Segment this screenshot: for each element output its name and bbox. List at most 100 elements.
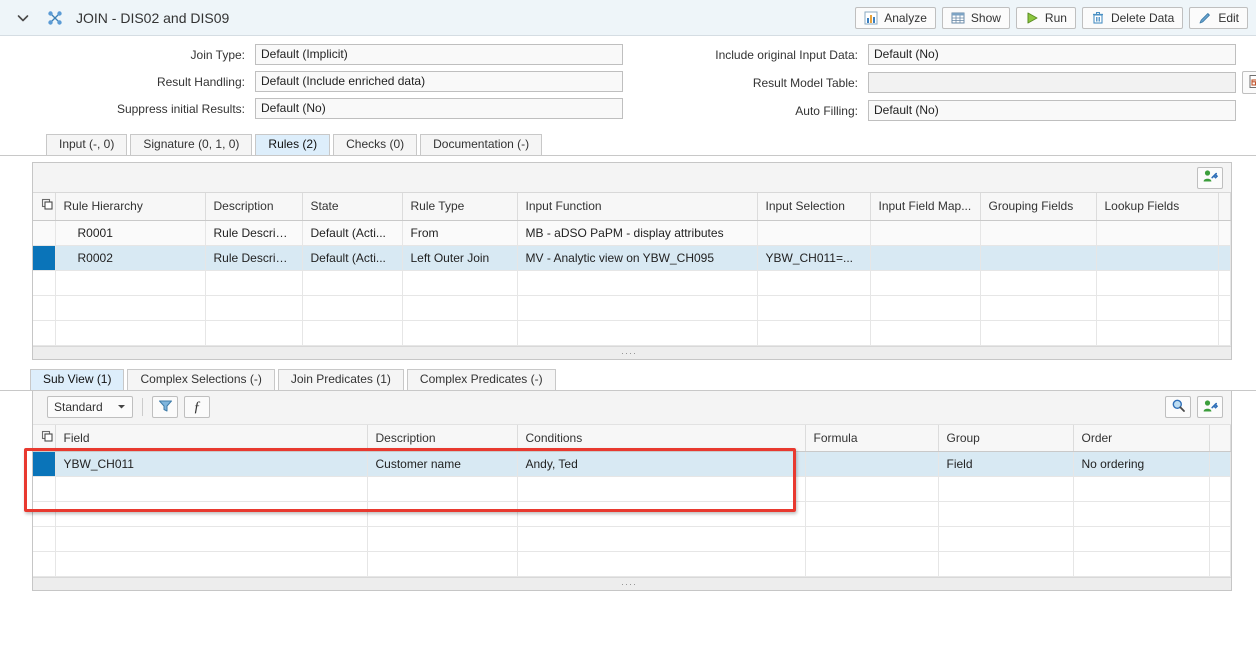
sub-view-row-selector[interactable]: [33, 476, 56, 502]
tab-checks[interactable]: Checks (0): [333, 134, 418, 155]
rules-empty-cell: [757, 295, 871, 321]
sub-view-personalize-button[interactable]: [1197, 396, 1223, 418]
rules-cell-filler: [1218, 220, 1231, 246]
edit-button-label: Edit: [1218, 10, 1239, 25]
panel-title-bar: JOIN - DIS02 and DIS09 Analyze Show Run …: [0, 0, 1256, 36]
rules-col-lookup-fields[interactable]: Lookup Fields: [1096, 193, 1219, 221]
formula-button[interactable]: ƒ: [184, 396, 210, 418]
sub-view-cell-filler: [1209, 451, 1231, 477]
tab-input[interactable]: Input (-, 0): [46, 134, 128, 155]
delete-data-button[interactable]: Delete Data: [1081, 6, 1184, 29]
rules-row-selector[interactable]: [33, 220, 56, 246]
sub-view-empty-cell: [1209, 551, 1231, 577]
sub-view-empty-cell: [55, 476, 368, 502]
tab-rules[interactable]: Rules (2): [255, 134, 331, 155]
rules-cell-input-selection: [757, 220, 871, 246]
sub-view-row-selector[interactable]: [33, 551, 56, 577]
table-grid-icon: [951, 11, 965, 25]
table-row-empty[interactable]: [33, 526, 1231, 552]
rules-empty-cell: [302, 320, 403, 346]
sub-view-row-selector[interactable]: [33, 451, 56, 477]
run-button[interactable]: Run: [1015, 6, 1076, 29]
rules-table: Rule Hierarchy Description State Rule Ty…: [33, 193, 1231, 346]
sub-view-empty-cell: [1073, 551, 1210, 577]
rules-col-grouping-fields[interactable]: Grouping Fields: [980, 193, 1097, 221]
table-row[interactable]: R0002 Rule Descripti... Default (Acti...…: [33, 245, 1231, 271]
show-button[interactable]: Show: [941, 6, 1010, 29]
sub-view-col-order[interactable]: Order: [1073, 424, 1210, 452]
sub-view-col-formula[interactable]: Formula: [805, 424, 939, 452]
sub-view-table-resize-bar[interactable]: ····: [33, 577, 1231, 590]
rules-cell-input-field-mapping: [870, 220, 981, 246]
sub-view-row-selector[interactable]: [33, 526, 56, 552]
filter-button[interactable]: [152, 396, 178, 418]
table-row-empty[interactable]: [33, 270, 1231, 296]
rules-row-selector[interactable]: [33, 295, 56, 321]
field-result-handling: Result Handling: Default (Include enrich…: [0, 71, 623, 92]
view-variant-label: Standard: [54, 400, 103, 414]
chevron-down-icon[interactable]: [12, 7, 34, 29]
join-nodes-icon: [44, 8, 66, 28]
table-row-empty[interactable]: [33, 476, 1231, 502]
sub-view-col-group[interactable]: Group: [938, 424, 1074, 452]
tab-sub-view[interactable]: Sub View (1): [30, 368, 125, 390]
rules-personalize-button[interactable]: [1197, 166, 1223, 189]
rules-row-selector[interactable]: [33, 320, 56, 346]
table-row-empty[interactable]: [33, 295, 1231, 321]
search-button[interactable]: [1165, 396, 1191, 418]
edit-button[interactable]: Edit: [1189, 6, 1248, 29]
rules-cell-grouping-fields: [980, 220, 1097, 246]
tab-complex-predicates[interactable]: Complex Predicates (-): [406, 368, 556, 390]
rules-cell-description: Rule Descripti...: [205, 220, 303, 246]
sub-view-col-description[interactable]: Description: [367, 424, 518, 452]
sub-view-empty-cell: [805, 501, 939, 527]
field-include-original-input-data-value[interactable]: Default (No): [868, 44, 1236, 65]
tab-signature[interactable]: Signature (0, 1, 0): [130, 134, 253, 155]
tab-join-predicates[interactable]: Join Predicates (1): [277, 368, 404, 390]
model-table-icon-button[interactable]: [1242, 71, 1256, 94]
rules-panel: Rule Hierarchy Description State Rule Ty…: [32, 162, 1232, 360]
sub-view-empty-cell: [1073, 526, 1210, 552]
sub-view-cell-group: Field: [938, 451, 1074, 477]
table-row-empty[interactable]: [33, 320, 1231, 346]
tab-documentation[interactable]: Documentation (-): [420, 134, 543, 155]
rules-col-input-field-mapping[interactable]: Input Field Map...: [870, 193, 981, 221]
rules-col-rule-hierarchy[interactable]: Rule Hierarchy: [55, 193, 206, 221]
rules-empty-cell: [1096, 270, 1219, 296]
field-include-original-input-data: Include original Input Data: Default (No…: [623, 44, 1256, 65]
rules-cell-description: Rule Descripti...: [205, 245, 303, 271]
rules-col-state[interactable]: State: [302, 193, 403, 221]
main-tab-strip: Input (-, 0) Signature (0, 1, 0) Rules (…: [0, 133, 1256, 156]
analyze-button[interactable]: Analyze: [855, 6, 936, 29]
sub-view-toolbar: Standard ƒ: [33, 390, 1231, 425]
rules-table-resize-bar[interactable]: ····: [33, 345, 1231, 359]
tab-complex-selections[interactable]: Complex Selections (-): [127, 368, 275, 390]
rules-col-input-function[interactable]: Input Function: [517, 193, 758, 221]
table-row-empty[interactable]: [33, 501, 1231, 527]
field-suppress-initial-results-value[interactable]: Default (No): [255, 98, 623, 119]
rules-row-selector[interactable]: [33, 245, 56, 271]
sub-view-row-selector[interactable]: [33, 501, 56, 527]
sub-view-col-field[interactable]: Field: [55, 424, 368, 452]
copy-rows-icon: [41, 199, 54, 214]
view-variant-select[interactable]: Standard: [47, 396, 133, 418]
rules-select-all-header[interactable]: [33, 193, 56, 221]
table-row[interactable]: YBW_CH011 Customer name Andy, Ted Field …: [33, 451, 1231, 477]
field-join-type-value[interactable]: Default (Implicit): [255, 44, 623, 65]
rules-col-input-selection[interactable]: Input Selection: [757, 193, 871, 221]
run-button-label: Run: [1044, 10, 1067, 25]
rules-row-selector[interactable]: [33, 270, 56, 296]
sub-view-empty-cell: [367, 526, 518, 552]
field-auto-filling-value[interactable]: Default (No): [868, 100, 1236, 121]
field-result-model-table-value[interactable]: [868, 72, 1236, 93]
rules-empty-cell: [517, 320, 758, 346]
table-row-empty[interactable]: [33, 551, 1231, 577]
field-result-handling-value[interactable]: Default (Include enriched data): [255, 71, 623, 92]
rules-col-description[interactable]: Description: [205, 193, 303, 221]
rules-col-rule-type[interactable]: Rule Type: [402, 193, 518, 221]
show-button-label: Show: [970, 10, 1001, 25]
rules-table-header-row: Rule Hierarchy Description State Rule Ty…: [33, 193, 1231, 221]
sub-view-col-conditions[interactable]: Conditions: [517, 424, 806, 452]
table-row[interactable]: R0001 Rule Descripti... Default (Acti...…: [33, 220, 1231, 246]
sub-view-select-all-header[interactable]: [33, 424, 56, 452]
